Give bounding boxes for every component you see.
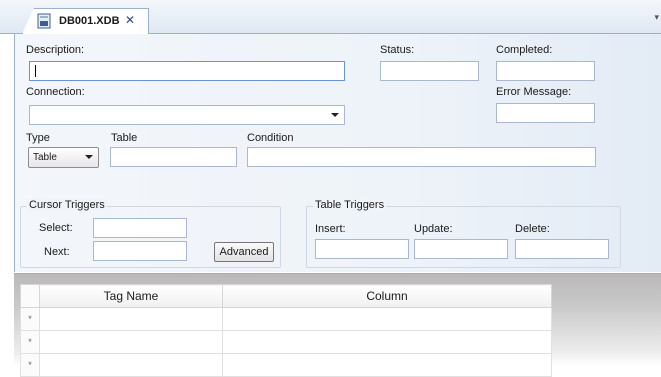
text-caret — [35, 65, 36, 77]
row-marker: * — [20, 307, 40, 331]
tag-name-cell[interactable] — [39, 307, 223, 331]
tab-db001[interactable]: DB001.XDB ✕ — [22, 8, 149, 34]
select-trigger-input[interactable] — [93, 218, 187, 238]
column-cell[interactable] — [222, 353, 552, 377]
status-label: Status: — [380, 44, 415, 56]
status-field[interactable] — [380, 61, 479, 81]
table-triggers-group: Table Triggers Insert: Update: Delete: — [306, 199, 621, 268]
tab-list-chevron-icon[interactable]: ▾ — [654, 12, 659, 23]
tag-name-cell[interactable] — [39, 330, 223, 354]
table-input[interactable] — [110, 147, 237, 167]
column-cell[interactable] — [222, 330, 552, 354]
update-trigger-input[interactable] — [414, 239, 508, 259]
tag-column-grid[interactable]: Tag Name Column * * * — [20, 284, 552, 377]
error-message-field[interactable] — [496, 103, 595, 123]
column-cell[interactable] — [222, 307, 552, 331]
next-trigger-label: Next: — [44, 246, 70, 258]
delete-trigger-label: Delete: — [515, 223, 550, 235]
tag-column-grid-area: Tag Name Column * * * — [14, 273, 661, 377]
description-label: Description: — [26, 44, 85, 56]
chevron-down-icon — [331, 113, 339, 117]
select-trigger-label: Select: — [39, 222, 73, 234]
database-form-panel: Description: Status: Completed: Connecti… — [14, 34, 661, 272]
type-select[interactable]: Table — [28, 147, 99, 168]
next-trigger-input[interactable] — [93, 241, 187, 261]
column-header-column[interactable]: Column — [222, 284, 552, 308]
chevron-down-icon — [85, 155, 93, 159]
table-row[interactable]: * — [20, 307, 552, 331]
table-triggers-title: Table Triggers — [313, 199, 387, 211]
insert-trigger-label: Insert: — [315, 223, 346, 235]
update-trigger-label: Update: — [414, 223, 453, 235]
database-file-icon — [37, 13, 51, 29]
document-tab-strip: DB001.XDB ✕ ▾ — [0, 0, 661, 34]
advanced-button[interactable]: Advanced — [214, 242, 274, 262]
connection-label: Connection: — [26, 86, 85, 98]
condition-label: Condition — [247, 132, 294, 144]
condition-input[interactable] — [247, 147, 596, 167]
type-label: Type — [26, 132, 50, 144]
connection-combo[interactable] — [29, 105, 345, 125]
table-label: Table — [111, 132, 138, 144]
advanced-button-label: Advanced — [219, 246, 269, 258]
delete-trigger-input[interactable] — [515, 239, 609, 259]
cursor-triggers-group: Cursor Triggers Select: Next: Advanced — [20, 199, 281, 268]
column-header-tag-name[interactable]: Tag Name — [39, 284, 223, 308]
completed-label: Completed: — [496, 44, 553, 56]
insert-trigger-input[interactable] — [315, 239, 409, 259]
table-row[interactable]: * — [20, 330, 552, 354]
row-header-corner — [20, 284, 40, 308]
tab-title: DB001.XDB — [59, 15, 120, 27]
cursor-triggers-title: Cursor Triggers — [27, 199, 107, 211]
row-marker: * — [20, 353, 40, 377]
completed-field[interactable] — [496, 61, 595, 81]
grid-header-row: Tag Name Column — [20, 284, 552, 308]
row-marker: * — [20, 330, 40, 354]
close-icon[interactable]: ✕ — [125, 13, 135, 27]
error-message-label: Error Message: — [496, 86, 572, 98]
table-row[interactable]: * — [20, 353, 552, 377]
type-select-value: Table — [33, 152, 57, 163]
tag-name-cell[interactable] — [39, 353, 223, 377]
description-input[interactable] — [29, 61, 345, 81]
